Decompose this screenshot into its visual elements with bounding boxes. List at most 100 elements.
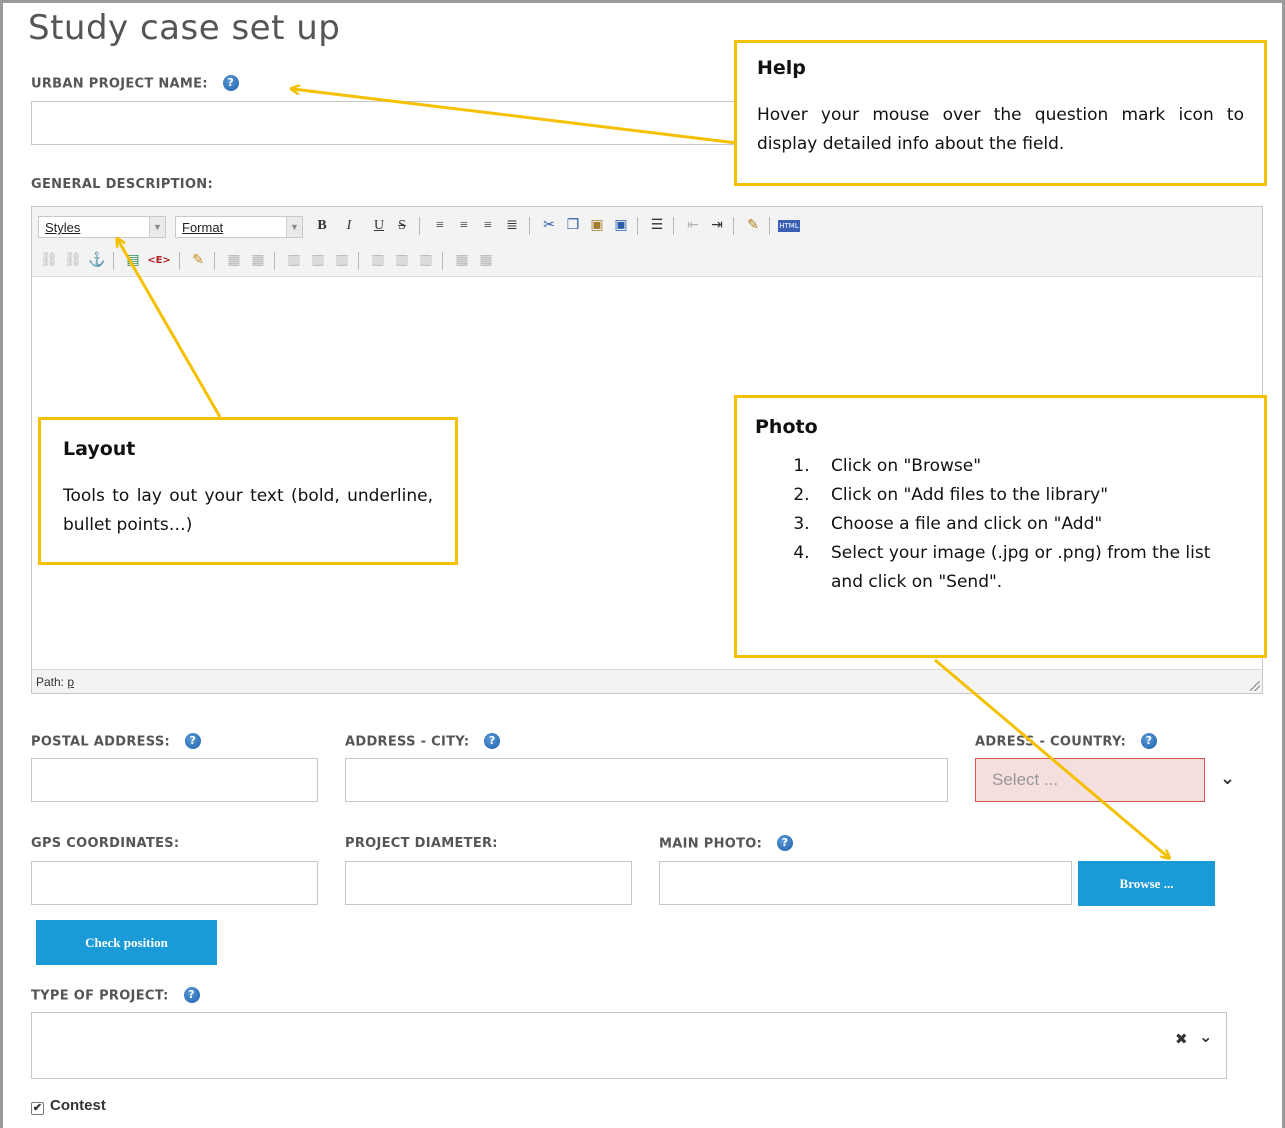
strikethrough-icon[interactable]: S	[393, 217, 411, 235]
toolbar-separator	[637, 217, 638, 235]
paste-word-icon[interactable]: ▣	[612, 217, 630, 235]
question-mark-icon[interactable]: ?	[776, 835, 793, 851]
chevron-down-icon: ▼	[286, 217, 302, 237]
photo-callout-title: Photo	[755, 416, 818, 438]
unlink-icon[interactable]: ⛓	[64, 252, 82, 270]
page-title: Study case set up	[28, 8, 341, 48]
link-icon[interactable]: ⛓	[40, 252, 58, 270]
layout-callout-body: Tools to lay out your text (bold, underl…	[63, 486, 433, 535]
edit-icon[interactable]: ✎	[189, 252, 207, 270]
cleanup-icon[interactable]: ✎	[744, 217, 762, 235]
question-mark-icon[interactable]: ?	[1140, 733, 1157, 749]
align-center-icon[interactable]: ≡	[455, 217, 473, 235]
table-icon[interactable]: ▦	[225, 252, 243, 270]
insert-image-icon[interactable]: ▤	[124, 252, 142, 270]
contest-label: Contest	[50, 1097, 106, 1114]
merge-cell-icon[interactable]: ▥	[417, 252, 435, 270]
align-justify-icon[interactable]: ≣	[503, 217, 521, 235]
chevron-down-icon[interactable]: ⌄	[1199, 1027, 1212, 1046]
question-mark-icon[interactable]: ?	[222, 75, 239, 91]
underline-icon[interactable]: U	[370, 217, 388, 235]
postal-address-label-text: POSTAL ADDRESS:	[31, 734, 171, 750]
cut-icon[interactable]: ✂	[540, 217, 558, 235]
main-photo-input[interactable]	[659, 861, 1072, 905]
address-city-label-text: ADDRESS - CITY:	[345, 734, 470, 750]
italic-icon[interactable]: I	[340, 217, 358, 235]
path-label: Path:	[36, 675, 65, 689]
align-left-icon[interactable]: ≡	[431, 217, 449, 235]
photo-step: Click on "Browse"	[815, 452, 1246, 481]
toolbar-separator	[733, 217, 734, 235]
insert-element-icon[interactable]: <E>	[144, 252, 174, 270]
photo-step: Choose a file and click on "Add"	[815, 510, 1246, 539]
type-of-project-label-text: TYPE OF PROJECT:	[31, 988, 169, 1004]
postal-address-input[interactable]	[31, 758, 318, 802]
project-diameter-input[interactable]	[345, 861, 632, 905]
paste-icon[interactable]: ▣	[588, 217, 606, 235]
photo-step: Select your image (.jpg or .png) from th…	[815, 539, 1246, 597]
table-cell-icon[interactable]: ▦	[453, 252, 471, 270]
question-mark-icon[interactable]: ?	[183, 987, 200, 1003]
toolbar-separator	[113, 252, 114, 270]
browse-button[interactable]: Browse ...	[1078, 861, 1215, 906]
project-diameter-label: PROJECT DIAMETER:	[345, 836, 498, 851]
main-photo-label-text: MAIN PHOTO:	[659, 836, 763, 852]
gps-coordinates-input[interactable]	[31, 861, 318, 905]
toolbar-separator	[274, 252, 275, 270]
split-cell-icon[interactable]: ▥	[393, 252, 411, 270]
toolbar-separator	[442, 252, 443, 270]
toolbar-separator	[419, 217, 420, 235]
styles-combo[interactable]: Styles ▼	[38, 216, 166, 238]
urban-project-name-label-text: URBAN PROJECT NAME:	[31, 76, 208, 92]
indent-icon[interactable]: ⇥	[708, 217, 726, 235]
insert-row-icon[interactable]: ▥	[285, 252, 303, 270]
layout-callout-title: Layout	[63, 438, 136, 460]
photo-steps-list: Click on "Browse" Click on "Add files to…	[815, 452, 1246, 597]
delete-row-icon[interactable]: ▥	[309, 252, 327, 270]
chevron-down-icon[interactable]: ⌄	[1220, 768, 1235, 789]
path-element-link[interactable]: p	[67, 675, 74, 689]
help-callout-body: Hover your mouse over the question mark …	[757, 105, 1244, 154]
align-right-icon[interactable]: ≡	[479, 217, 497, 235]
type-of-project-select[interactable]	[31, 1012, 1227, 1079]
bold-icon[interactable]: B	[313, 217, 331, 235]
insert-col-icon[interactable]: ▥	[333, 252, 351, 270]
check-position-button[interactable]: Check position	[36, 920, 217, 965]
toolbar-separator	[769, 217, 770, 235]
question-mark-icon[interactable]: ?	[484, 733, 501, 749]
copy-icon[interactable]: ❐	[564, 217, 582, 235]
delete-col-icon[interactable]: ▥	[369, 252, 387, 270]
address-country-label-text: ADRESS - COUNTRY:	[975, 734, 1127, 750]
gps-coordinates-label: GPS COORDINATES:	[31, 836, 180, 851]
address-city-input[interactable]	[345, 758, 948, 802]
editor-toolbar: Styles ▼ Format ▼ B I U S ≡ ≡ ≡ ≣ ✂ ❐ ▣ …	[32, 207, 1262, 277]
anchor-icon[interactable]: ⚓	[88, 252, 106, 270]
toolbar-separator	[358, 252, 359, 270]
outdent-icon[interactable]: ⇤	[684, 217, 702, 235]
toolbar-separator	[214, 252, 215, 270]
layout-callout: Layout Tools to lay out your text (bold,…	[38, 417, 458, 565]
postal-address-label: POSTAL ADDRESS: ?	[31, 733, 201, 750]
resize-handle-icon[interactable]	[1250, 681, 1260, 691]
help-callout-title: Help	[757, 57, 806, 79]
help-callout: Help Hover your mouse over the question …	[734, 40, 1267, 186]
bullet-list-icon[interactable]: ☰	[648, 217, 666, 235]
html-source-icon[interactable]: HTML	[778, 220, 800, 232]
editor-statusbar: Path: p	[32, 669, 1262, 693]
question-mark-icon[interactable]: ?	[184, 733, 201, 749]
contest-checkbox-row[interactable]: ✔ Contest	[31, 1097, 106, 1115]
address-country-select[interactable]: Select ...	[975, 758, 1205, 802]
table-cell-icon[interactable]: ▦	[477, 252, 495, 270]
table-props-icon[interactable]: ▦	[249, 252, 267, 270]
checkbox-checked-icon[interactable]: ✔	[31, 1102, 44, 1115]
format-combo[interactable]: Format ▼	[175, 216, 303, 238]
styles-combo-label: Styles	[45, 220, 81, 235]
photo-step: Click on "Add files to the library"	[815, 481, 1246, 510]
address-country-label: ADRESS - COUNTRY: ?	[975, 733, 1157, 750]
format-combo-label: Format	[182, 220, 224, 235]
urban-project-name-input[interactable]	[31, 101, 811, 145]
general-description-label: GENERAL DESCRIPTION:	[31, 177, 213, 192]
photo-callout: Photo Click on "Browse" Click on "Add fi…	[734, 395, 1267, 658]
address-city-label: ADDRESS - CITY: ?	[345, 733, 501, 750]
clear-icon[interactable]: ✖	[1175, 1030, 1188, 1048]
